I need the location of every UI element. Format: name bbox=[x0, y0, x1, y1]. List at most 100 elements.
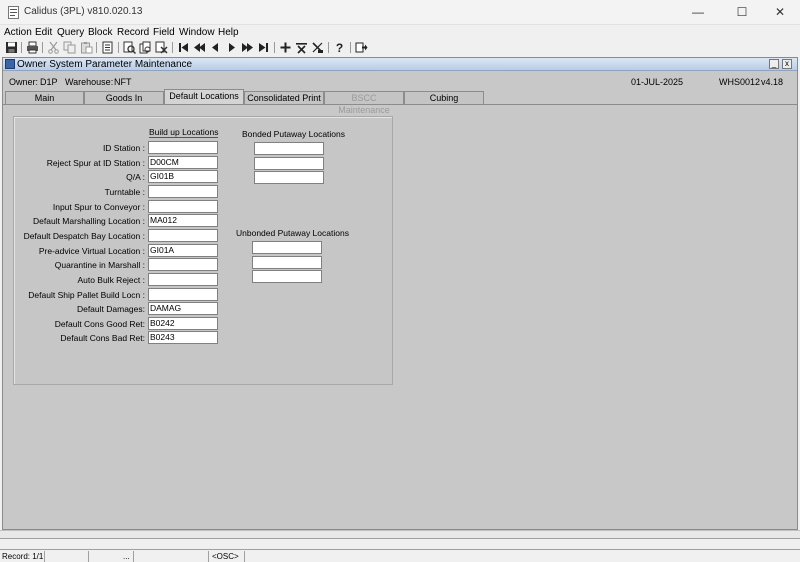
qa-field[interactable]: GI01B bbox=[148, 170, 218, 183]
form-close-button[interactable]: x bbox=[782, 59, 792, 69]
copy-icon[interactable] bbox=[63, 41, 76, 54]
form-icon bbox=[5, 59, 15, 69]
cons-good-ret-label: Default Cons Good Ret: bbox=[54, 319, 145, 329]
auto-bulk-reject-label: Auto Bulk Reject : bbox=[77, 275, 145, 285]
horizontal-scrollbar[interactable] bbox=[0, 530, 800, 538]
unbonded-location-field[interactable] bbox=[252, 241, 322, 254]
cons-bad-ret-field[interactable]: B0243 bbox=[148, 331, 218, 344]
turntable-field[interactable] bbox=[148, 185, 218, 198]
help-icon[interactable]: ? bbox=[333, 41, 346, 54]
window-title-bar: Calidus (3PL) v810.020.13 — ☐ ✕ bbox=[0, 0, 800, 25]
tab-cubing[interactable]: Cubing bbox=[404, 91, 484, 104]
id-station-field[interactable] bbox=[148, 141, 218, 154]
ship-pallet-build-label: Default Ship Pallet Build Locn : bbox=[28, 290, 145, 300]
form-title-bar: Owner System Parameter Maintenance _ x bbox=[3, 58, 797, 71]
toolbar-separator bbox=[118, 42, 119, 53]
tab-strip: Main Goods In Default Locations Consolid… bbox=[5, 89, 795, 115]
id-station-label: ID Station : bbox=[102, 143, 145, 153]
paste-icon[interactable] bbox=[80, 41, 93, 54]
enter-query-icon[interactable] bbox=[123, 41, 136, 54]
owner-label: Owner: bbox=[9, 77, 39, 87]
form-title: Owner System Parameter Maintenance bbox=[17, 59, 193, 70]
list-of-values-indicator: ... bbox=[123, 552, 130, 561]
tab-bscc-maintenance: BSCC Maintenance bbox=[324, 91, 404, 115]
next-record-icon[interactable] bbox=[225, 41, 238, 54]
reject-spur-field[interactable]: D00CM bbox=[148, 156, 218, 169]
next-block-icon[interactable] bbox=[241, 41, 254, 54]
clear-record-icon[interactable] bbox=[101, 41, 114, 54]
form-minimize-button[interactable]: _ bbox=[769, 59, 779, 69]
menu-bar: Action Edit Query Block Record Field Win… bbox=[0, 26, 800, 40]
pre-advice-virtual-label: Pre-advice Virtual Location : bbox=[38, 246, 145, 256]
menu-record[interactable]: Record bbox=[117, 27, 149, 38]
message-line bbox=[0, 538, 800, 549]
save-icon[interactable] bbox=[5, 41, 18, 54]
toolbar-separator bbox=[42, 42, 43, 53]
menu-field[interactable]: Field bbox=[153, 27, 175, 38]
screen-id: WHS0012 bbox=[719, 77, 761, 87]
unbonded-location-field[interactable] bbox=[252, 256, 322, 269]
pre-advice-virtual-field[interactable]: GI01A bbox=[148, 244, 218, 257]
menu-block[interactable]: Block bbox=[88, 27, 112, 38]
bonded-location-field[interactable] bbox=[254, 171, 324, 184]
bonded-location-field[interactable] bbox=[254, 142, 324, 155]
toolbar: ? bbox=[0, 40, 800, 56]
execute-query-icon[interactable] bbox=[139, 41, 152, 54]
first-record-icon[interactable] bbox=[177, 41, 190, 54]
cancel-query-icon[interactable] bbox=[155, 41, 168, 54]
quarantine-marshall-label: Quarantine in Marshall : bbox=[54, 260, 145, 270]
auto-bulk-reject-field[interactable] bbox=[148, 273, 218, 286]
delete-record-icon[interactable] bbox=[295, 41, 308, 54]
despatch-bay-field[interactable] bbox=[148, 229, 218, 242]
warehouse-value: NFT bbox=[114, 77, 132, 87]
toolbar-separator bbox=[350, 42, 351, 53]
cut-icon[interactable] bbox=[47, 41, 60, 54]
menu-edit[interactable]: Edit bbox=[35, 27, 52, 38]
toolbar-separator bbox=[21, 42, 22, 53]
ship-pallet-build-field[interactable] bbox=[148, 288, 218, 301]
window-title: Calidus (3PL) v810.020.13 bbox=[24, 6, 143, 17]
print-icon[interactable] bbox=[26, 41, 39, 54]
insert-record-icon[interactable] bbox=[279, 41, 292, 54]
default-damages-field[interactable]: DAMAG bbox=[148, 302, 218, 315]
menu-query[interactable]: Query bbox=[57, 27, 84, 38]
last-record-icon[interactable] bbox=[257, 41, 270, 54]
toolbar-separator bbox=[274, 42, 275, 53]
close-button[interactable]: ✕ bbox=[760, 0, 800, 25]
status-separator bbox=[88, 551, 89, 562]
tab-divider bbox=[3, 104, 797, 105]
tab-consolidated-print[interactable]: Consolidated Print bbox=[244, 91, 324, 104]
menu-help[interactable]: Help bbox=[218, 27, 239, 38]
maximize-button[interactable]: ☐ bbox=[722, 0, 762, 25]
toolbar-separator bbox=[172, 42, 173, 53]
toolbar-separator bbox=[328, 42, 329, 53]
tab-main[interactable]: Main bbox=[5, 91, 84, 104]
exit-icon[interactable] bbox=[355, 41, 368, 54]
cons-good-ret-field[interactable]: B0242 bbox=[148, 317, 218, 330]
previous-block-icon[interactable] bbox=[193, 41, 206, 54]
marshalling-location-field[interactable]: MA012 bbox=[148, 214, 218, 227]
owner-value: D1P bbox=[40, 77, 58, 87]
tab-goods-in[interactable]: Goods In bbox=[84, 91, 164, 104]
reject-spur-label: Reject Spur at ID Station : bbox=[46, 158, 145, 168]
turntable-label: Turntable : bbox=[104, 187, 145, 197]
previous-record-icon[interactable] bbox=[209, 41, 222, 54]
bonded-location-field[interactable] bbox=[254, 157, 324, 170]
record-indicator: Record: 1/1 bbox=[2, 552, 44, 561]
status-bar: Record: 1/1 ... <OSC> bbox=[0, 549, 800, 562]
clear-field-icon[interactable] bbox=[311, 41, 324, 54]
status-separator bbox=[244, 551, 245, 562]
minimize-button[interactable]: — bbox=[678, 0, 718, 25]
tab-default-locations[interactable]: Default Locations bbox=[164, 89, 244, 104]
input-spur-label: Input Spur to Conveyor : bbox=[52, 202, 145, 212]
build-up-locations-header: Build up Locations bbox=[149, 127, 219, 138]
unbonded-location-field[interactable] bbox=[252, 270, 322, 283]
menu-window[interactable]: Window bbox=[179, 27, 215, 38]
quarantine-marshall-field[interactable] bbox=[148, 258, 218, 271]
form-window: Owner System Parameter Maintenance _ x O… bbox=[2, 57, 798, 530]
input-spur-field[interactable] bbox=[148, 200, 218, 213]
default-damages-label: Default Damages: bbox=[76, 304, 145, 314]
toolbar-separator bbox=[96, 42, 97, 53]
menu-action[interactable]: Action bbox=[4, 27, 32, 38]
app-icon bbox=[8, 6, 19, 19]
